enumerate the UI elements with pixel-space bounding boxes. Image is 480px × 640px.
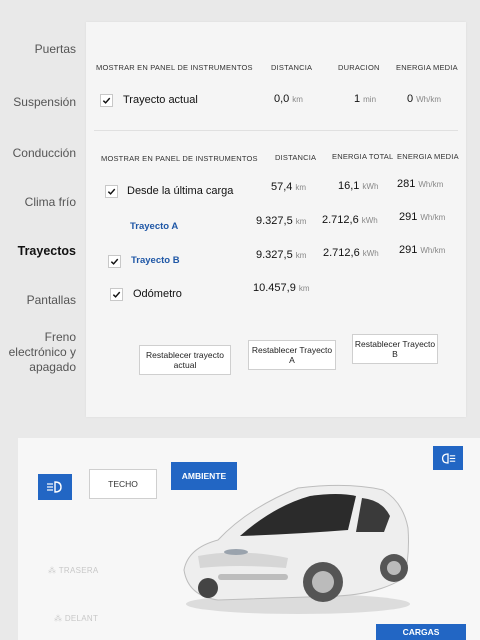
front-fog-toggle[interactable]: ⁂ DELANT: [54, 614, 98, 623]
sidebar-item-label: Suspensión: [13, 95, 76, 109]
checkmark-icon: [112, 291, 121, 298]
unit: km: [295, 183, 307, 192]
fog-icon: ⁂: [54, 614, 65, 623]
unit: kWh: [362, 182, 379, 191]
value: 16,1: [338, 180, 360, 192]
sidebar-item-label: Conducción: [12, 146, 76, 160]
header-duration: DURACION: [338, 63, 380, 72]
toggle-label: TRASERA: [58, 566, 99, 575]
sidebar-item-freno[interactable]: Freno electrónico y apagado: [4, 330, 76, 375]
header-show-in-cluster: MOSTRAR EN PANEL DE INSTRUMENTOS: [96, 63, 253, 72]
header-distance: DISTANCIA: [275, 153, 317, 162]
trip-b-distance: 9.327,5 km: [256, 249, 306, 261]
checkmark-icon: [107, 188, 116, 195]
value: 2.712,6: [322, 214, 359, 226]
row-label-odometer: Odómetro: [133, 288, 182, 300]
current-trip-energy: 0 Wh/km: [407, 93, 441, 105]
since-charge-distance: 57,4 km: [271, 181, 306, 193]
current-trip-duration: 1 min: [354, 93, 376, 105]
checkbox-trip-b[interactable]: [108, 255, 121, 268]
value: 57,4: [271, 181, 293, 193]
rear-fog-toggle[interactable]: ⁂ TRASERA: [48, 566, 99, 575]
since-charge-total-energy: 16,1 kWh: [338, 180, 378, 192]
headlight-right-button[interactable]: [433, 446, 463, 470]
sidebar-item-label: Puertas: [34, 42, 76, 56]
checkbox-odometer[interactable]: [110, 288, 123, 301]
section-divider: [94, 130, 458, 131]
value: 0,0: [274, 93, 290, 105]
row-label-current-trip: Trayecto actual: [123, 94, 198, 106]
value: 2.712,6: [323, 247, 360, 259]
row-label-trip-a: Trayecto A: [130, 221, 179, 232]
unit: Wh/km: [416, 95, 442, 104]
row-label-since-last-charge: Desde la última carga: [127, 185, 234, 197]
sidebar-item-label: Freno electrónico y apagado: [8, 330, 76, 374]
trip-b-total-energy: 2.712,6 kWh: [323, 247, 379, 259]
techo-button[interactable]: TECHO: [89, 469, 157, 499]
row-label-trip-b: Trayecto B: [131, 255, 180, 266]
unit: km: [295, 217, 307, 226]
value: 0: [407, 93, 414, 105]
value: 291: [399, 211, 418, 223]
header-distance: DISTANCIA: [271, 63, 313, 72]
sidebar-item-conduccion[interactable]: Conducción: [13, 146, 76, 160]
unit: Wh/km: [420, 246, 446, 255]
headlight-button[interactable]: [38, 474, 72, 500]
header-total-energy: ENERGIA TOTAL: [332, 152, 394, 161]
car-image: [183, 484, 410, 614]
headlight-icon: [441, 452, 456, 464]
value: 1: [354, 93, 361, 105]
checkbox-since-last-charge[interactable]: [105, 185, 118, 198]
unit: Wh/km: [418, 180, 444, 189]
checkmark-icon: [102, 97, 111, 104]
trip-a-distance: 9.327,5 km: [256, 215, 306, 227]
sidebar-item-label: Clima frío: [24, 195, 76, 209]
unit: kWh: [361, 216, 378, 225]
trip-a-total-energy: 2.712,6 kWh: [322, 214, 378, 226]
sidebar-item-label: Trayectos: [17, 244, 76, 258]
lights-panel: TECHO AMBIENTE ⁂ TRASERA ⁂ DELANT CARGAS: [18, 438, 480, 640]
toggle-label: DELANT: [64, 614, 99, 623]
headlight-icon: [47, 481, 62, 493]
unit: km: [295, 251, 307, 260]
since-charge-avg-energy: 281 Wh/km: [397, 178, 443, 190]
sidebar-item-clima-frio[interactable]: Clima frío: [25, 195, 76, 209]
unit: kWh: [362, 249, 379, 258]
unit: km: [298, 284, 310, 293]
checkmark-icon: [110, 258, 119, 265]
settings-sidebar: Puertas Suspensión Conducción Clima frío…: [0, 0, 86, 430]
unit: Wh/km: [420, 213, 446, 222]
reset-current-trip-button[interactable]: Restablecer trayecto actual: [139, 345, 231, 375]
header-show-in-cluster: MOSTRAR EN PANEL DE INSTRUMENTOS: [101, 154, 258, 163]
header-avg-energy: ENERGIA MEDIA: [397, 152, 459, 161]
sidebar-item-label: Pantallas: [26, 293, 76, 307]
unit: min: [363, 95, 377, 104]
value: 9.327,5: [256, 215, 293, 227]
trips-panel: MOSTRAR EN PANEL DE INSTRUMENTOS DISTANC…: [86, 22, 466, 417]
value: 291: [399, 244, 418, 256]
header-avg-energy: ENERGIA MEDIA: [396, 63, 458, 72]
unit: km: [292, 95, 303, 104]
current-trip-distance: 0,0 km: [274, 93, 303, 105]
value: 281: [397, 178, 416, 190]
reset-trip-a-button[interactable]: Restablecer Trayecto A: [248, 340, 336, 370]
value: 10.457,9: [253, 282, 296, 294]
odometer-distance: 10.457,9 km: [253, 282, 310, 294]
checkbox-current-trip[interactable]: [100, 94, 113, 107]
sidebar-item-pantallas[interactable]: Pantallas: [27, 293, 76, 307]
reset-trip-b-button[interactable]: Restablecer Trayecto B: [352, 334, 438, 364]
trip-a-avg-energy: 291 Wh/km: [399, 211, 445, 223]
sidebar-item-puertas[interactable]: Puertas: [35, 42, 76, 56]
trip-b-avg-energy: 291 Wh/km: [399, 244, 445, 256]
sidebar-item-suspension[interactable]: Suspensión: [13, 95, 76, 109]
charge-port-button[interactable]: CARGAS: [376, 624, 466, 640]
sidebar-item-trayectos[interactable]: Trayectos: [18, 244, 76, 258]
value: 9.327,5: [256, 249, 293, 261]
fog-icon: ⁂: [48, 566, 59, 575]
